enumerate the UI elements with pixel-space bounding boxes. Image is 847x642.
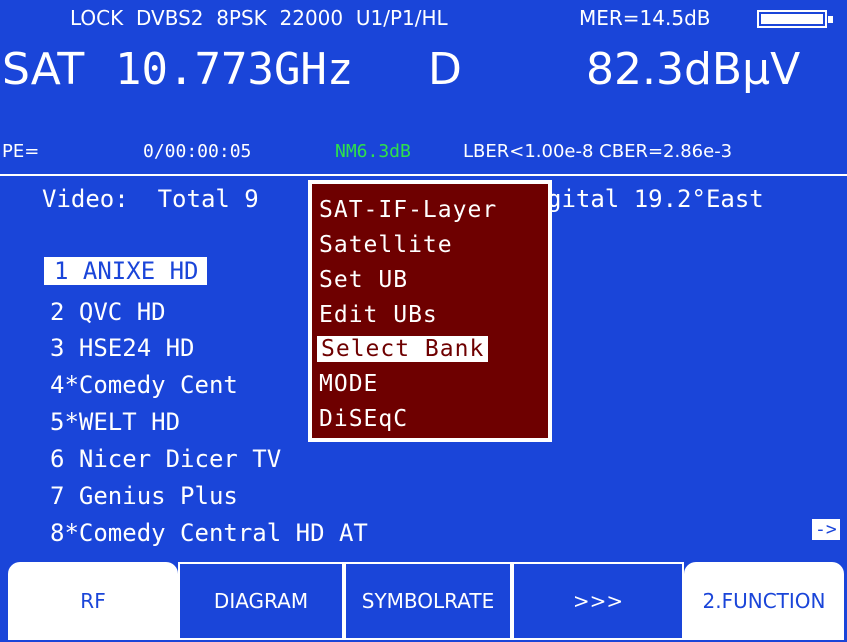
softkey-2-function[interactable]: 2.FUNCTION xyxy=(684,562,844,640)
menu-item-satellite[interactable]: Satellite xyxy=(319,232,453,258)
softkey-bar: RF DIAGRAM SYMBOLRATE >>> 2.FUNCTION xyxy=(0,560,847,642)
channel-item-3[interactable]: 3 HSE24 HD xyxy=(50,334,195,362)
ber-values: LBER<1.00e-8 CBER=2.86e-3 xyxy=(463,141,733,162)
pe-time: 0/00:00:05 xyxy=(143,141,252,162)
softkey-rf[interactable]: RF xyxy=(8,562,178,640)
channel-item-1[interactable]: 1 ANIXE HD xyxy=(44,257,207,285)
menu-item-edit-ubs[interactable]: Edit UBs xyxy=(319,302,438,328)
channel-item-4[interactable]: 4*Comedy Cent xyxy=(50,371,238,399)
divider xyxy=(0,174,847,176)
video-total-label: Video: Total 9 xyxy=(42,185,259,213)
mer-value: MER=14.5dB xyxy=(579,6,711,30)
polarization-label: D xyxy=(428,44,462,95)
menu-item-select-bank[interactable]: Select Bank xyxy=(317,336,489,362)
satellite-label: gital 19.2°East xyxy=(547,185,764,213)
channel-item-6[interactable]: 6 Nicer Dicer TV xyxy=(50,445,281,473)
softkey-symbolrate[interactable]: SYMBOLRATE xyxy=(344,562,512,640)
channel-item-8[interactable]: 8*Comedy Central HD AT xyxy=(50,519,368,547)
popup-menu: SAT-IF-Layer Satellite Set UB Edit UBs S… xyxy=(308,180,552,442)
noise-margin: NM6.3dB xyxy=(335,141,411,162)
frequency-value: 10.773GHz xyxy=(115,44,354,95)
level-value: 82.3dBµV xyxy=(586,44,801,95)
band-label: SAT xyxy=(2,44,85,95)
menu-item-diseqc[interactable]: DiSEqC xyxy=(319,406,408,432)
status-line: LOCK DVBS2 8PSK 22000 U1/P1/HL xyxy=(70,6,448,30)
menu-item-sat-if-layer[interactable]: SAT-IF-Layer xyxy=(319,197,497,223)
menu-item-set-ub[interactable]: Set UB xyxy=(319,267,408,293)
next-arrow-button[interactable]: -> xyxy=(812,519,840,540)
channel-item-2[interactable]: 2 QVC HD xyxy=(50,298,166,326)
channel-item-5[interactable]: 5*WELT HD xyxy=(50,408,180,436)
channel-item-7[interactable]: 7 Genius Plus xyxy=(50,482,238,510)
softkey-more[interactable]: >>> xyxy=(512,562,684,640)
softkey-diagram[interactable]: DIAGRAM xyxy=(178,562,344,640)
battery-full-icon xyxy=(757,10,833,28)
menu-item-mode[interactable]: MODE xyxy=(319,371,378,397)
pe-label: PE= xyxy=(2,141,40,162)
